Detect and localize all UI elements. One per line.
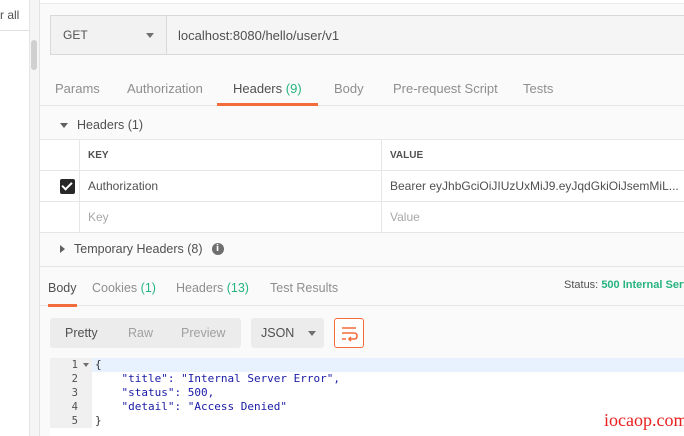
triangle-down-icon	[60, 122, 68, 128]
tab-strip-edge	[40, 0, 684, 4]
response-body-editor[interactable]: 1 { 2 "title": "Internal Server Error", …	[50, 358, 684, 436]
tab-response-headers-label: Headers	[176, 281, 224, 295]
value-column-header: VALUE	[390, 149, 424, 161]
row-checkbox-cell	[40, 171, 80, 201]
chevron-down-icon	[146, 32, 154, 38]
tab-tests[interactable]: Tests	[523, 72, 553, 106]
tab-pre-request-script[interactable]: Pre-request Script	[393, 72, 498, 106]
line-gutter: 3	[50, 386, 92, 400]
tab-cookies-count: (1)	[140, 281, 156, 295]
format-select[interactable]: JSON	[251, 318, 324, 348]
line-number: 1	[71, 359, 78, 371]
new-key-input[interactable]: Key	[80, 202, 382, 232]
watermark: iocaop.com	[604, 410, 684, 430]
table-header-row: KEY VALUE	[40, 140, 684, 171]
new-value-input[interactable]: Value	[382, 202, 684, 232]
headers-section-title: Headers (1)	[77, 118, 143, 132]
code-line: 4 "detail": "Access Denied"	[50, 400, 684, 414]
sidebar-scroll-thumb[interactable]	[31, 40, 37, 70]
tab-params[interactable]: Params	[55, 72, 100, 106]
info-icon[interactable]: i	[211, 243, 224, 255]
tab-headers-label: Headers	[233, 81, 283, 96]
tab-authorization[interactable]: Authorization	[127, 72, 203, 106]
line-number: 2	[71, 373, 78, 385]
code-text: {	[95, 358, 102, 371]
tab-response-headers[interactable]: Headers (13)	[176, 267, 249, 307]
tab-cookies-label: Cookies	[92, 281, 138, 295]
table-row-new: Key Value	[40, 202, 684, 233]
fold-arrow-icon[interactable]	[83, 363, 89, 367]
key-column-header: KEY	[80, 140, 382, 170]
temporary-headers-toggle[interactable]: Temporary Headers (8) i	[60, 241, 224, 257]
tab-headers[interactable]: Headers (9)	[217, 72, 318, 106]
code-line: 1 {	[50, 358, 684, 372]
method-select[interactable]: GET	[51, 16, 167, 54]
key-placeholder: Key	[88, 210, 109, 224]
pretty-button[interactable]: Pretty	[50, 318, 115, 348]
chevron-down-icon	[308, 330, 317, 336]
url-input[interactable]: localhost:8080/hello/user/v1	[167, 16, 684, 54]
value-placeholder: Value	[390, 210, 420, 224]
code-line: 5 }	[50, 414, 684, 428]
response-tabs: Body Cookies (1) Headers (13) Test Resul…	[40, 266, 684, 307]
view-mode-group: Pretty Raw Preview	[50, 318, 241, 348]
temporary-headers-title: Temporary Headers (8)	[74, 242, 203, 256]
request-panel: GET localhost:8080/hello/user/v1 Params …	[40, 0, 684, 436]
tab-headers-count: (9)	[285, 81, 302, 96]
line-number: 3	[71, 387, 78, 399]
request-tabs: Params Authorization Headers (9) Body Pr…	[40, 72, 684, 106]
status-badge: 500 Internal Serv	[601, 279, 684, 291]
triangle-right-icon	[60, 245, 65, 253]
headers-section-toggle[interactable]: Headers (1)	[60, 117, 143, 133]
code-text: "status": 500,	[95, 386, 215, 399]
history-sidebar: r all	[0, 0, 30, 436]
line-gutter: 1	[50, 358, 92, 372]
header-value-text: Bearer eyJhbGciOiJIUzUxMiJ9.eyJqdGkiOiJs…	[390, 179, 679, 193]
raw-button[interactable]: Raw	[115, 318, 169, 348]
status-label: Status:	[564, 279, 599, 291]
line-gutter: 4	[50, 400, 92, 414]
new-row-checkbox-cell	[40, 202, 80, 232]
code-text: "title": "Internal Server Error",	[95, 372, 341, 385]
code-text: }	[95, 414, 102, 427]
wrap-lines-icon	[342, 327, 358, 342]
preview-button[interactable]: Preview	[169, 318, 241, 348]
table-row: Authorization Bearer eyJhbGciOiJIUzUxMiJ…	[40, 171, 684, 202]
url-bar: GET localhost:8080/hello/user/v1	[50, 15, 684, 55]
line-number: 4	[71, 401, 78, 413]
tab-cookies[interactable]: Cookies (1)	[92, 267, 156, 307]
tab-test-results[interactable]: Test Results	[270, 267, 338, 307]
line-number: 5	[71, 415, 78, 427]
clear-all-link[interactable]: r all	[0, 8, 19, 22]
tab-body[interactable]: Body	[334, 72, 364, 106]
method-label: GET	[63, 28, 88, 42]
response-toolbar: Pretty Raw Preview JSON	[50, 318, 684, 348]
tab-response-body[interactable]: Body	[48, 267, 77, 307]
format-label: JSON	[261, 326, 295, 340]
line-gutter: 5	[50, 414, 92, 428]
header-key-cell[interactable]: Authorization	[80, 171, 382, 201]
code-line: 2 "title": "Internal Server Error",	[50, 372, 684, 386]
row-enabled-checkbox[interactable]	[60, 179, 75, 194]
status-indicator: Status: 500 Internal Serv	[564, 279, 684, 291]
sidebar-divider	[0, 30, 30, 31]
checkbox-column-header	[40, 140, 80, 170]
code-text: "detail": "Access Denied"	[95, 400, 288, 413]
header-key-text: Authorization	[88, 179, 159, 193]
tab-response-headers-count: (13)	[226, 281, 249, 295]
wrap-lines-button[interactable]	[334, 318, 364, 348]
code-line: 3 "status": 500,	[50, 386, 684, 400]
headers-table: KEY VALUE Authorization Bearer eyJhbGciO…	[40, 139, 684, 233]
line-gutter: 2	[50, 372, 92, 386]
header-value-cell[interactable]: Bearer eyJhbGciOiJIUzUxMiJ9.eyJqdGkiOiJs…	[382, 171, 684, 201]
